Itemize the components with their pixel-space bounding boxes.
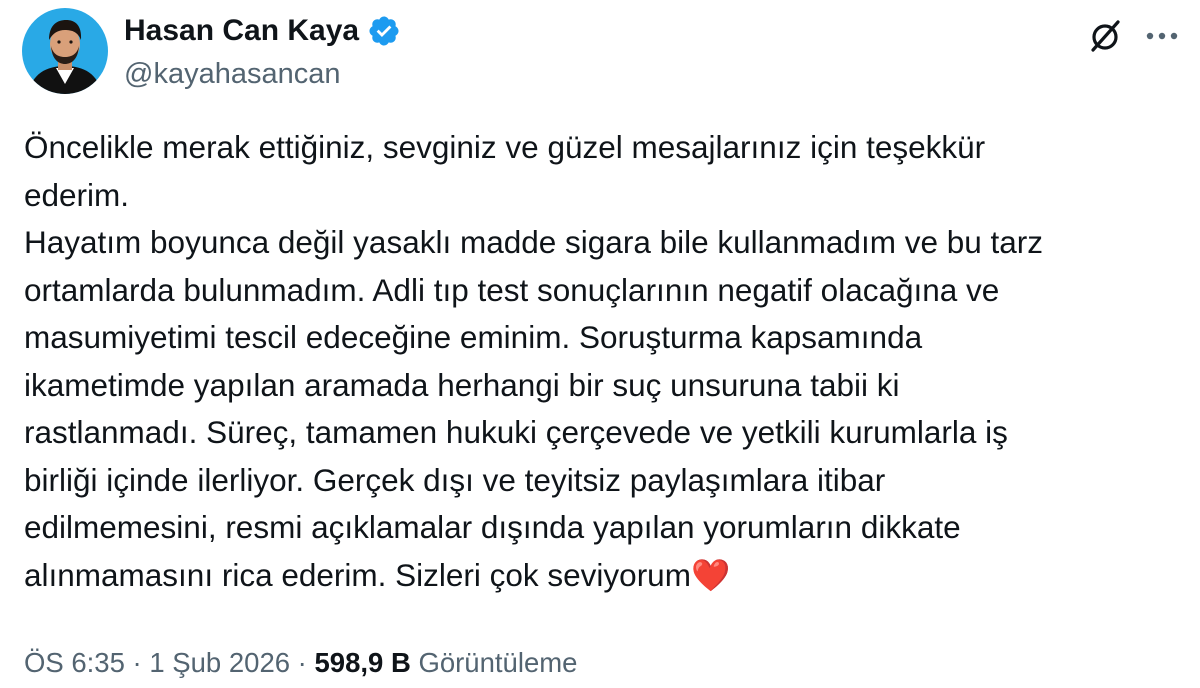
tweet-time[interactable]: ÖS 6:35 (24, 647, 125, 678)
tweet-card: Hasan Can Kaya @kayahasancan Öncelikle m… (0, 0, 1200, 688)
grok-icon[interactable] (1084, 14, 1128, 58)
more-options-icon[interactable] (1140, 16, 1184, 56)
avatar-image (22, 8, 108, 94)
views-label: Görüntüleme (418, 647, 578, 678)
meta-separator: · (290, 647, 315, 678)
author-name-row: Hasan Can Kaya (124, 14, 401, 48)
views-count[interactable]: 598,9 B (315, 647, 411, 678)
tweet-body: Öncelikle merak ettiğiniz, sevginiz ve g… (24, 129, 1044, 593)
avatar[interactable] (22, 8, 108, 94)
verified-badge-icon[interactable] (367, 14, 401, 48)
tweet-metadata: ÖS 6:35 · 1 Şub 2026 · 598,9 B Görüntüle… (24, 646, 577, 680)
tweet-date[interactable]: 1 Şub 2026 (149, 647, 290, 678)
author-handle[interactable]: @kayahasancan (124, 58, 340, 90)
tweet-text: Öncelikle merak ettiğiniz, sevginiz ve g… (24, 124, 1184, 599)
meta-separator: · (124, 647, 150, 678)
author-display-name[interactable]: Hasan Can Kaya (124, 14, 359, 48)
heart-emoji-icon: ❤️ (690, 556, 731, 593)
